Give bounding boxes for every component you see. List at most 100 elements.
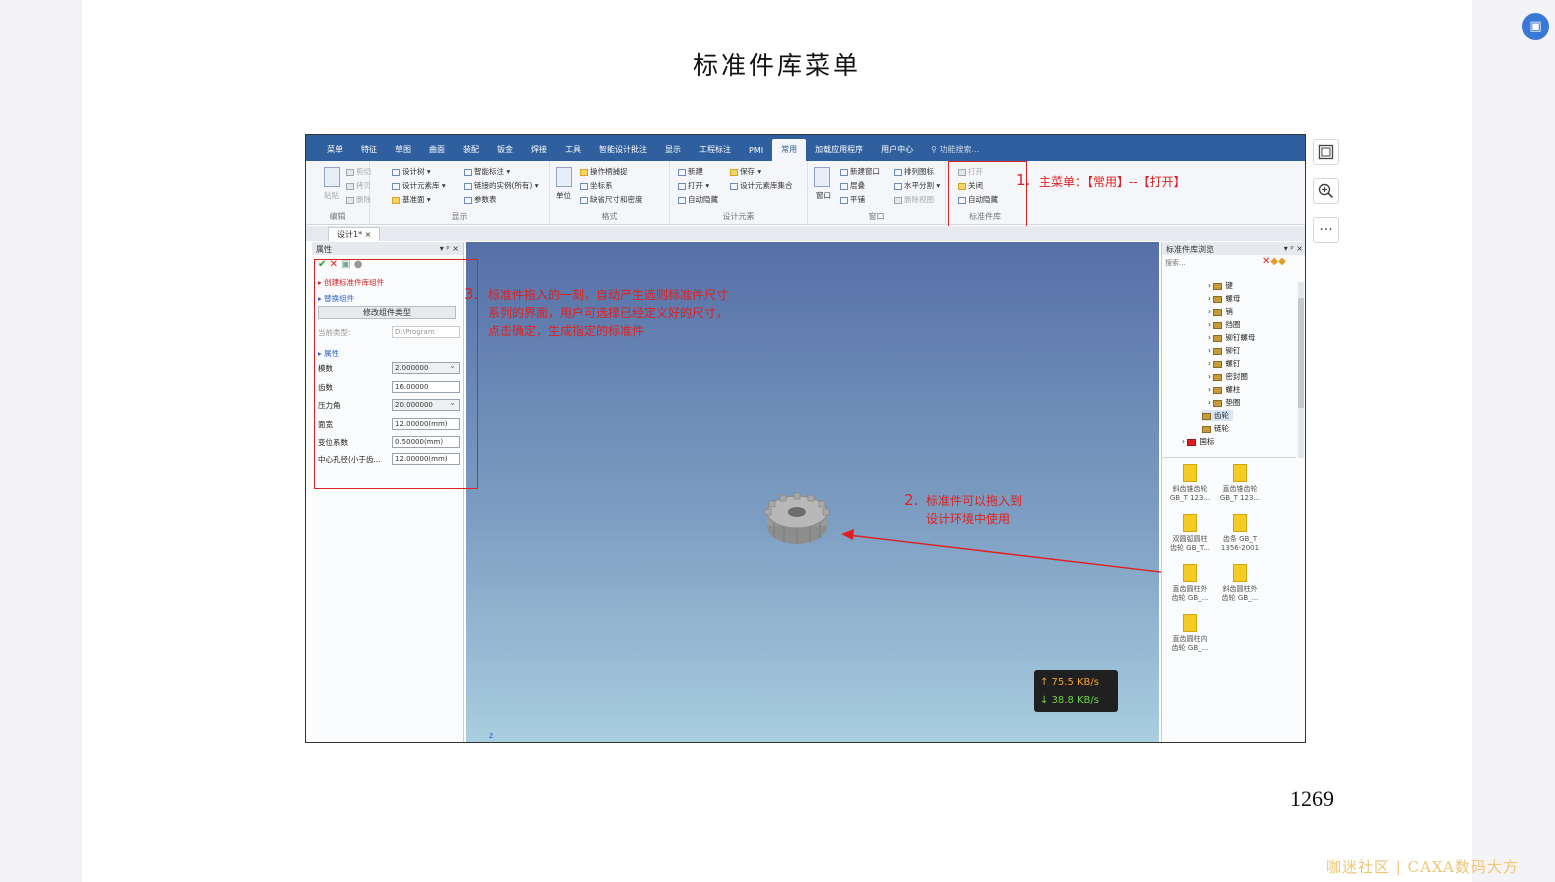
- tile-button[interactable]: 平铺: [840, 194, 865, 205]
- tab-smart-annotation[interactable]: 智能设计批注: [590, 144, 656, 161]
- tree-item-screw[interactable]: › 螺钉: [1208, 358, 1240, 369]
- tab-pmi[interactable]: PMI: [740, 146, 772, 161]
- tab-engineering-annotation[interactable]: 工程标注: [690, 144, 740, 161]
- design-tree-button[interactable]: 设计树 ▾: [392, 166, 431, 177]
- plane-icon: [392, 196, 400, 204]
- paste-button[interactable]: 粘贴: [324, 190, 339, 201]
- folder-icon: [1187, 438, 1197, 446]
- linked-instances-button[interactable]: 链接的实例(所有) ▾: [464, 180, 539, 191]
- tree-item-gear[interactable]: 齿轮: [1202, 410, 1233, 421]
- coordinate-system-button[interactable]: 坐标系: [580, 180, 613, 191]
- horizontal-split-button[interactable]: 水平分割 ▾: [894, 180, 940, 191]
- tree-item-sprocket[interactable]: 链轮: [1202, 423, 1229, 434]
- group-window: 窗口 新建窗口 层叠 平铺 排列图标 水平分割 ▾ 删除视图 窗口: [808, 161, 946, 225]
- tab-surface[interactable]: 曲面: [420, 144, 454, 161]
- translate-badge-icon[interactable]: ▣: [1522, 13, 1549, 40]
- tree-scrollbar[interactable]: [1298, 282, 1304, 458]
- image-tool-button[interactable]: [1313, 139, 1339, 165]
- new-window-button[interactable]: 新建窗口: [840, 166, 880, 177]
- paste-icon[interactable]: [324, 167, 340, 187]
- file-spur-internal-gear[interactable]: 直齿圆柱内 齿轮 GB_...: [1166, 614, 1214, 653]
- ribbon-tab-bar: 菜单 特征 草图 曲面 装配 钣金 焊接 工具 智能设计批注 显示 工程标注 P…: [306, 135, 1305, 161]
- arrow-down-icon[interactable]: ◆: [1270, 256, 1278, 267]
- tab-assembly[interactable]: 装配: [454, 144, 488, 161]
- tab-display[interactable]: 显示: [656, 144, 690, 161]
- tab-common[interactable]: 常用: [772, 139, 807, 161]
- document-page: 标准件库菜单 菜单 特征 草图 曲面 装配 钣金 焊接 工具 智能设计批注 显示…: [82, 0, 1472, 882]
- tree-item-retaining-ring[interactable]: › 挡圈: [1208, 319, 1240, 330]
- tab-welding[interactable]: 焊接: [522, 144, 556, 161]
- file-spur-external-gear[interactable]: 直齿圆柱外 齿轮 GB_...: [1166, 564, 1214, 603]
- smart-dimension-button[interactable]: 智能标注 ▾: [464, 166, 510, 177]
- tree-item-washer[interactable]: › 垫圈: [1208, 397, 1240, 408]
- element-lib-collection-button[interactable]: 设计元素库集合: [730, 180, 793, 191]
- parameter-table-button[interactable]: 参数表: [464, 194, 497, 205]
- new-element-button[interactable]: 新建: [678, 166, 703, 177]
- folder-icon: [1213, 308, 1223, 316]
- tree-item-gb[interactable]: › 国标: [1182, 436, 1214, 447]
- window-icon[interactable]: [814, 167, 830, 187]
- save-element-button[interactable]: 保存 ▾: [730, 166, 761, 177]
- panel-controls-icon[interactable]: ▾ ᵖ ×: [440, 244, 459, 253]
- arrow-up-icon[interactable]: ◆: [1278, 256, 1286, 267]
- file-helical-bevel-gear[interactable]: 斜齿锥齿轮 GB_T 123...: [1166, 464, 1214, 503]
- default-size-density-button[interactable]: 缺省尺寸和密度: [580, 194, 643, 205]
- delete-icon: [346, 196, 354, 204]
- feature-search[interactable]: ⚲ 功能搜索...: [922, 144, 988, 161]
- tab-menu[interactable]: 菜单: [318, 144, 352, 161]
- cascade-button[interactable]: 层叠: [840, 180, 865, 191]
- tab-sheet-metal[interactable]: 钣金: [488, 144, 522, 161]
- file-rack[interactable]: 齿条 GB_T 1356-2001: [1216, 514, 1264, 553]
- annotation-2-number: 2.: [904, 491, 919, 509]
- search-icon: ⚲: [931, 145, 940, 154]
- grid-icon: [894, 168, 902, 176]
- tree-item-rivet-nut[interactable]: › 铆钉螺母: [1208, 332, 1255, 343]
- copy-button[interactable]: 拷贝: [346, 180, 371, 191]
- unit-icon[interactable]: [556, 167, 572, 187]
- window-button[interactable]: 窗口: [816, 190, 831, 201]
- cut-button[interactable]: 剪切: [346, 166, 371, 177]
- delete-view-button[interactable]: 删除视图: [894, 194, 934, 205]
- tree-item-stud[interactable]: › 螺柱: [1208, 384, 1240, 395]
- file-helical-external-gear[interactable]: 斜齿圆柱外 齿轮 GB_...: [1216, 564, 1264, 603]
- dimension-icon: [464, 168, 472, 176]
- delete-button[interactable]: 删除: [346, 194, 371, 205]
- gear-model[interactable]: [762, 492, 832, 548]
- tree-item-rivet[interactable]: › 铆钉: [1208, 345, 1240, 356]
- file-double-arc-gear[interactable]: 双圆弧圆柱 齿轮 GB_T...: [1166, 514, 1214, 553]
- doc-tab-design1[interactable]: 设计1* ×: [328, 227, 381, 241]
- close-icon[interactable]: ×: [365, 230, 372, 239]
- tab-tools[interactable]: 工具: [556, 144, 590, 161]
- arrange-icons-button[interactable]: 排列图标: [894, 166, 934, 177]
- file-straight-bevel-gear[interactable]: 直齿锥齿轮 GB_T 123...: [1216, 464, 1264, 503]
- download-speed: ↓ 38.8 KB/s: [1040, 695, 1099, 706]
- more-tool-button[interactable]: ···: [1313, 217, 1339, 243]
- tree-item-pin[interactable]: › 销: [1208, 306, 1233, 317]
- tab-user-center[interactable]: 用户中心: [872, 144, 922, 161]
- tab-feature[interactable]: 特征: [352, 144, 386, 161]
- folder-icon: [1213, 373, 1223, 381]
- tree-scroll-thumb[interactable]: [1298, 298, 1304, 408]
- zoom-icon: [1318, 183, 1334, 199]
- file-icon: [1183, 514, 1197, 532]
- design-element-lib-button[interactable]: 设计元素库 ▾: [392, 180, 446, 191]
- datum-plane-button[interactable]: 基准面 ▾: [392, 194, 431, 205]
- handle-snap-button[interactable]: 操作柄捕捉: [580, 166, 628, 177]
- tab-sketch[interactable]: 草图: [386, 144, 420, 161]
- tree-item-seal[interactable]: › 密封圈: [1208, 371, 1248, 382]
- axis-icon: [580, 182, 588, 190]
- tab-load-apps[interactable]: 加载应用程序: [806, 144, 872, 161]
- image-icon: [1318, 144, 1334, 160]
- library-icon: [392, 182, 400, 190]
- zoom-tool-button[interactable]: [1313, 178, 1339, 204]
- new-file-icon: [678, 168, 686, 176]
- panel-controls-icon[interactable]: ▾ ᵖ ×: [1284, 244, 1303, 253]
- tree-item-key[interactable]: › 键: [1208, 280, 1233, 291]
- unit-button[interactable]: 单位: [556, 190, 571, 201]
- tree-item-nut[interactable]: › 螺母: [1208, 293, 1240, 304]
- tile-icon: [840, 196, 848, 204]
- annotation-3-line2: 系列的界面，用户可选择已经定义好的尺寸，: [488, 306, 729, 320]
- open-element-button[interactable]: 打开 ▾: [678, 180, 709, 191]
- pin-icon: [678, 196, 686, 204]
- auto-hide-element-button[interactable]: 自动隐藏: [678, 194, 718, 205]
